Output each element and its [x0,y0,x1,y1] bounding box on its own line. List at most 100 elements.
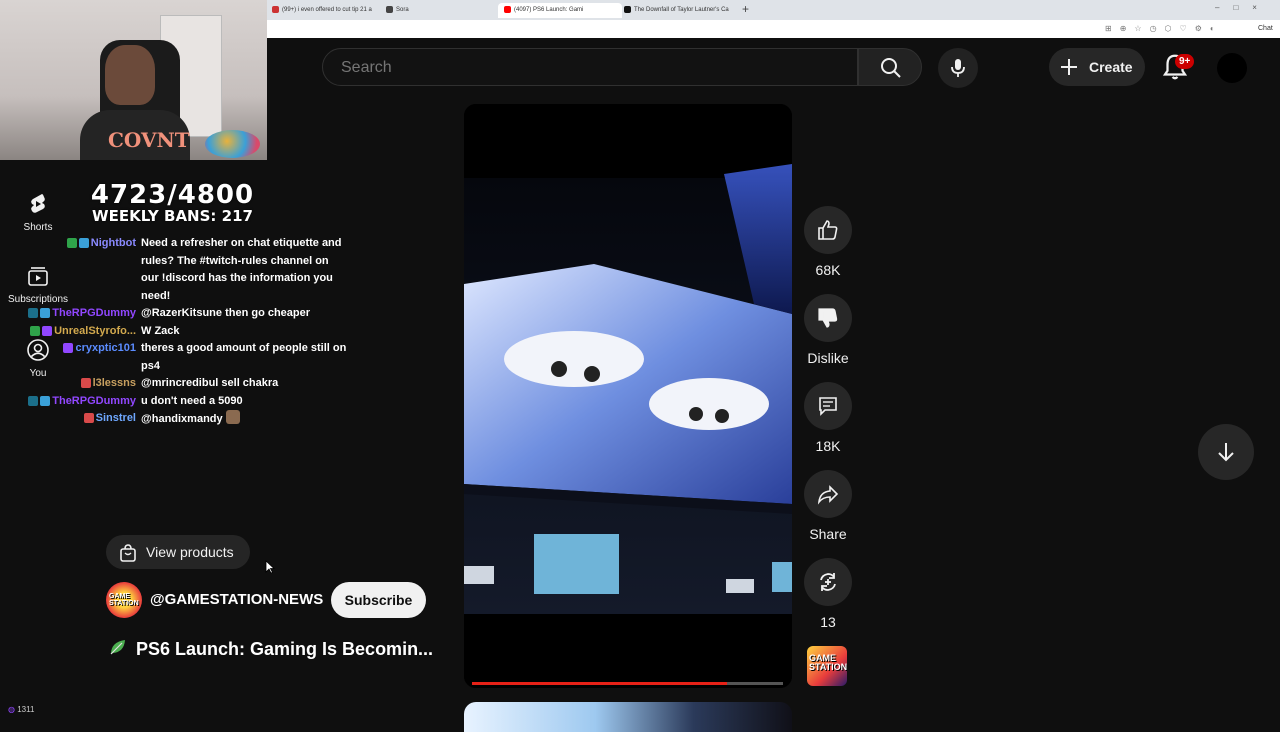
chat-message: TheRPGDummy @RazerKitsune then go cheape… [4,305,349,323]
webcam-overlay: COVNT [0,0,267,160]
shirt-text: COVNT [108,128,190,152]
chat-button[interactable]: Chat [1258,25,1273,32]
viewer-icon: ◍ [8,705,15,714]
badge-icon [83,413,94,424]
emote-icon [225,410,240,424]
badge-icon [30,325,41,336]
remix-button[interactable]: 13 [804,558,852,630]
chat-username: TheRPGDummy [52,307,136,319]
comment-icon [819,397,837,416]
favicon-icon [272,5,279,13]
favicon-icon [624,5,631,13]
new-tab-button[interactable]: + [742,2,749,16]
thumbs-down-icon [818,308,838,328]
search-input[interactable] [339,49,843,87]
chat-text: theres a good amount of people still on … [141,342,347,372]
shorts-video-player[interactable] [464,104,792,688]
badge-icon [66,238,77,249]
create-label: Create [1089,59,1133,75]
chat-username: l3lessns [92,377,136,389]
chat-username: UnrealStyrofo... [54,324,136,337]
search-box[interactable] [322,48,858,87]
chat-username: cryxptic101 [75,342,136,354]
chat-message: l3lessns @mrincredibul sell chakra [4,375,349,393]
chat-username: Nightbot [90,237,136,249]
channel-handle[interactable]: @GAMESTATION-NEWS [150,591,323,608]
browser-tab[interactable]: The Downfall of Taylor Lautner's Ca [618,3,742,18]
search-icon [881,58,901,78]
browser-tab-active[interactable]: (4097) PS6 Launch: Gami [498,3,622,18]
search-button[interactable] [858,48,922,86]
view-products-button[interactable]: View products [106,535,250,569]
window-controls[interactable]: –□× [1215,3,1271,12]
voice-search-button[interactable] [938,48,978,88]
leaf-emoji-icon [110,640,125,655]
share-button[interactable]: Share [804,470,852,542]
browser-tab[interactable]: (99+) i even offered to cut tip 21 a [266,3,382,18]
chat-message: Nightbot Need a refresher on chat etique… [4,235,349,305]
dislike-label: Dislike [807,350,849,366]
remix-count: 13 [820,614,836,630]
chat-text: @RazerKitsune then go cheaper [141,307,311,319]
stream-chat-overlay: Nightbot Need a refresher on chat etique… [4,235,349,429]
share-icon [817,485,839,505]
viewer-count: ◍ 1311 [8,705,35,714]
youtube-favicon-icon [504,5,511,13]
chat-username: TheRPGDummy [52,394,136,407]
chat-text: @handixmandy [141,413,223,425]
comments-button[interactable]: 18K [804,382,852,454]
chat-text: u don't need a 5090 [141,394,243,407]
extension-icons[interactable]: ⊞⊕☆◷⬡♡⚙◐ [1105,24,1223,33]
ban-count: 4723/4800 [90,180,255,210]
video-frame [464,104,792,688]
thumbs-up-icon [818,220,838,240]
sidebar-item-label: Shorts [23,222,53,233]
like-button[interactable]: 68K [804,206,852,278]
plus-icon [1061,59,1077,75]
notification-badge: 9+ [1175,54,1195,69]
chat-message: cryxptic101 theres a good amount of peop… [4,340,349,375]
badge-icon [78,238,89,249]
remix-icon [820,573,836,591]
chat-text: Need a refresher on chat etiquette and r… [141,237,342,302]
share-label: Share [809,526,847,542]
next-video-button[interactable] [1198,424,1254,480]
sidebar-item-shorts[interactable]: Shorts [0,192,76,233]
next-short-preview[interactable] [464,702,792,732]
chat-text: @mrincredibul sell chakra [141,377,279,389]
badge-icon [42,325,53,336]
badge-icon [80,378,91,389]
comment-count: 18K [815,438,841,454]
video-title[interactable]: PS6 Launch: Gaming Is Becomin... [108,637,453,660]
subscribe-button[interactable]: Subscribe [331,582,426,618]
arrow-down-icon [1218,443,1234,462]
mouse-cursor-icon [265,560,275,574]
badge-icon [63,343,74,354]
badge-icon [40,308,51,319]
like-count: 68K [815,262,841,278]
view-products-label: View products [146,544,234,560]
badge-icon [28,308,39,319]
create-button[interactable]: Create [1049,48,1145,86]
chat-username: Sinstrel [95,412,136,424]
webcam-decor [205,130,260,158]
channel-logo-thumbnail[interactable]: GAME STATION [807,646,847,686]
chat-message: TheRPGDummy u don't need a 5090 [4,393,349,411]
chat-text: W Zack [141,324,180,337]
dislike-button[interactable]: Dislike [804,294,852,366]
shopping-bag-icon [120,544,136,562]
channel-avatar[interactable]: GAME STATION [106,582,142,618]
video-progress-fill [472,682,728,685]
chat-message: Sinstrel @handixmandy [4,410,349,429]
badge-icon [28,395,39,406]
browser-tab[interactable]: Sora [380,3,498,18]
ban-counter-overlay: 4723/4800 WEEKLY BANS: 217 [80,180,265,225]
badge-icon [40,395,51,406]
video-progress-bar[interactable] [472,682,783,685]
account-avatar[interactable] [1217,53,1247,83]
microphone-icon [951,59,965,77]
webcam-streamer-head [105,45,155,105]
shorts-icon [31,194,45,213]
favicon-icon [386,5,393,13]
chat-message: UnrealStyrofo... W Zack [4,323,349,341]
